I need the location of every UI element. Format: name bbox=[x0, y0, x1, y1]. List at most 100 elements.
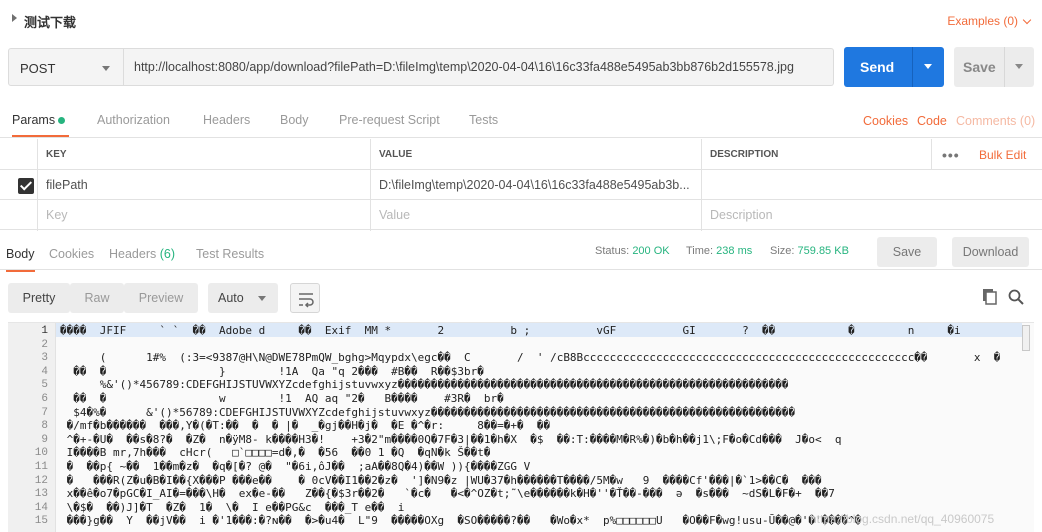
table-header-check bbox=[0, 139, 38, 170]
table-header-value: VALUE bbox=[371, 139, 702, 170]
params-active-dot bbox=[58, 117, 65, 124]
tab-body[interactable]: Body bbox=[280, 113, 309, 127]
tab-response-body[interactable]: Body bbox=[6, 247, 35, 272]
size-label: Size: bbox=[770, 245, 795, 257]
line-number: 4 bbox=[41, 365, 48, 378]
code-line: $4�%� &'()*56789:CDEFGHIJSTUVWXYZcdefghi… bbox=[60, 405, 796, 419]
column-divider bbox=[931, 139, 932, 170]
send-divider bbox=[912, 47, 913, 87]
params-table: KEY VALUE DESCRIPTION filePath D:\fileIm… bbox=[0, 139, 1042, 231]
table-header-key: KEY bbox=[38, 139, 371, 170]
line-number: 9 bbox=[41, 433, 48, 446]
code-line: x��ê�o7�pGC�I_AI�=���\H� ex�e-�� Z��{�$3… bbox=[60, 487, 835, 501]
code-link[interactable]: Code bbox=[917, 114, 947, 128]
tab-test-results[interactable]: Test Results bbox=[196, 247, 264, 261]
comments-link[interactable]: Comments (0) bbox=[956, 114, 1035, 128]
new-key-input[interactable]: Key bbox=[38, 200, 371, 230]
size-value: 759.85 KB bbox=[797, 245, 849, 257]
code-line: �� � } !1A Qa "q 2��� #B�� R��$3br� bbox=[60, 364, 484, 378]
watermark: https://blog.csdn.net/qq_40960075 bbox=[810, 512, 995, 526]
headers-tab-label: Headers bbox=[109, 247, 157, 261]
line-number: 11 bbox=[34, 461, 48, 473]
status-label: Status: bbox=[595, 245, 630, 257]
tab-pre-request-script[interactable]: Pre-request Script bbox=[339, 113, 440, 127]
url-input[interactable]: http://localhost:8080/app/download?fileP… bbox=[124, 48, 834, 86]
param-enabled-checkbox[interactable] bbox=[18, 178, 34, 194]
send-button[interactable]: Send bbox=[844, 47, 944, 87]
tab-params[interactable]: Params bbox=[12, 113, 70, 137]
new-row-check-cell bbox=[0, 200, 38, 230]
code-line: ���� JFIF ` ` �� Adobe d �� Exif MM * 2 … bbox=[60, 324, 961, 337]
request-title[interactable]: 测试下载 bbox=[24, 12, 76, 31]
status-readout: Status: 200 OK bbox=[595, 245, 670, 257]
code-line: �� � w !1 AQ aq "2� B���� #3R� br� bbox=[60, 392, 504, 405]
save-request-button[interactable]: Save bbox=[954, 47, 1034, 87]
copy-icon[interactable] bbox=[983, 289, 997, 305]
line-number: 3 bbox=[41, 352, 48, 365]
vertical-scrollbar[interactable] bbox=[1022, 325, 1030, 532]
line-number: 8 bbox=[41, 420, 48, 433]
tab-headers[interactable]: Headers bbox=[203, 113, 250, 127]
view-pretty-button[interactable]: Pretty bbox=[8, 283, 70, 313]
send-label: Send bbox=[860, 59, 895, 75]
line-number: 7 bbox=[41, 406, 48, 419]
time-label: Time: bbox=[686, 245, 714, 257]
line-number: 12 bbox=[34, 474, 48, 487]
examples-dropdown[interactable]: Examples (0) bbox=[947, 14, 1032, 28]
save-divider bbox=[1004, 47, 1005, 87]
param-description-cell[interactable] bbox=[702, 170, 1042, 200]
line-number: 1 bbox=[41, 325, 48, 337]
line-number: 15 bbox=[34, 515, 48, 528]
tab-tests[interactable]: Tests bbox=[469, 113, 498, 127]
time-value: 238 ms bbox=[716, 245, 753, 257]
save-options-caret-icon[interactable] bbox=[1015, 64, 1023, 69]
param-key-cell[interactable]: filePath bbox=[38, 170, 371, 200]
save-label: Save bbox=[963, 59, 996, 75]
tab-response-cookies[interactable]: Cookies bbox=[49, 247, 94, 261]
examples-label: Examples (0) bbox=[947, 14, 1018, 28]
response-body-editor[interactable]: ���� JFIF ` ` �� Adobe d �� Exif MM * 2 … bbox=[8, 322, 1034, 532]
wrap-lines-icon[interactable] bbox=[290, 283, 320, 313]
view-preview-button[interactable]: Preview bbox=[124, 283, 198, 313]
code-line: �/mf�b������ ���,Y�(�T:�� � � |� _�gj��H… bbox=[60, 419, 551, 433]
format-select[interactable]: Auto bbox=[208, 283, 278, 313]
method-label: POST bbox=[20, 61, 56, 76]
line-number: 2 bbox=[41, 338, 48, 351]
column-divider bbox=[701, 139, 702, 231]
copy-glyph bbox=[983, 289, 997, 305]
column-divider bbox=[37, 139, 38, 231]
search-icon[interactable] bbox=[1008, 289, 1024, 305]
code-line: I����B mr,7h��� cHcr( □`□□□□=d�,� �56 ��… bbox=[60, 446, 491, 460]
code-line: %&'()*456789:CDEFGHIJSTUVWXYZcdefghijstu… bbox=[60, 378, 789, 392]
view-raw-button[interactable]: Raw bbox=[70, 283, 124, 313]
send-options-caret-icon[interactable] bbox=[924, 64, 932, 69]
bulk-edit-link[interactable]: Bulk Edit bbox=[979, 148, 1026, 162]
search-glyph bbox=[1008, 289, 1024, 305]
scrollbar-thumb[interactable] bbox=[1022, 325, 1030, 351]
line-number: 10 bbox=[34, 447, 48, 460]
code-line: ^�+-�U� ��s�8?� �Z� n�ÿM8- k����H3�! +3�… bbox=[60, 432, 842, 446]
size-readout: Size: 759.85 KB bbox=[770, 245, 849, 257]
new-description-input[interactable]: Description bbox=[702, 200, 1042, 230]
more-options-icon[interactable]: ••• bbox=[942, 147, 960, 163]
method-select[interactable]: POST bbox=[8, 48, 124, 86]
line-number: 5 bbox=[41, 379, 48, 392]
tab-response-headers[interactable]: Headers (6) bbox=[109, 247, 175, 261]
chevron-down-icon bbox=[1022, 15, 1032, 25]
code-line: � ��p{ ~�� 1��m�z� �q�[�? @� "�6i,ôJ�� ;… bbox=[60, 460, 531, 473]
download-button[interactable]: Download bbox=[952, 237, 1029, 267]
cookies-link[interactable]: Cookies bbox=[863, 114, 908, 128]
status-value: 200 OK bbox=[632, 245, 670, 257]
caret-right-icon[interactable] bbox=[12, 14, 17, 22]
save-response-button[interactable]: Save bbox=[877, 237, 937, 267]
wrap-lines-glyph bbox=[299, 293, 314, 308]
line-number: 13 bbox=[34, 488, 48, 501]
tab-authorization[interactable]: Authorization bbox=[97, 113, 170, 127]
param-value-cell[interactable]: D:\fileImg\temp\2020-04-04\16\16c33fa488… bbox=[371, 170, 702, 200]
line-number: 14 bbox=[34, 501, 48, 514]
caret-down-icon bbox=[258, 296, 266, 301]
new-value-input[interactable]: Value bbox=[371, 200, 702, 230]
request-title-row: 测试下载 Examples (0) bbox=[0, 0, 1042, 42]
caret-down-icon bbox=[102, 66, 110, 71]
format-select-label: Auto bbox=[218, 291, 244, 305]
